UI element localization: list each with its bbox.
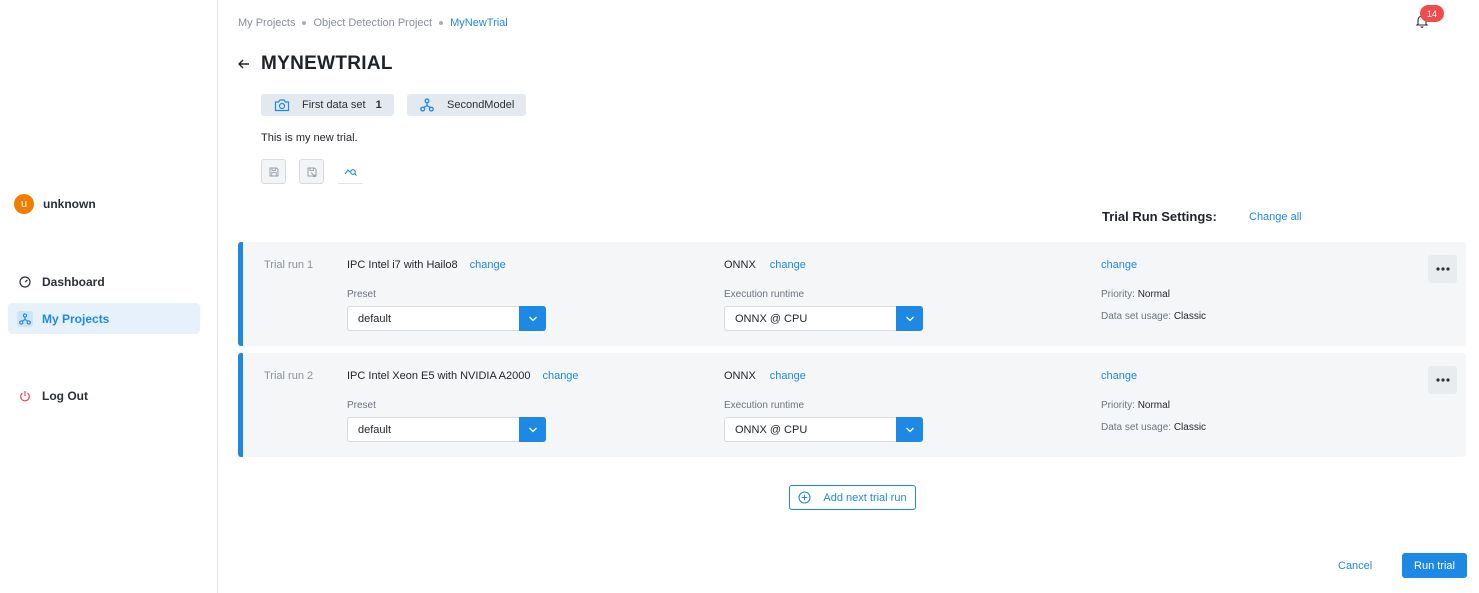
- more-horizontal-icon: [1435, 267, 1450, 271]
- sidebar-item-dashboard[interactable]: Dashboard: [8, 266, 200, 297]
- dataset-chip[interactable]: First data set 1: [261, 94, 394, 116]
- user-name: unknown: [43, 197, 96, 211]
- trial-run-settings-title: Trial Run Settings:: [1102, 209, 1217, 224]
- trial-run-format: ONNX change: [724, 259, 806, 271]
- more-horizontal-icon: [1435, 378, 1450, 382]
- dataset-chip-count: 1: [375, 99, 382, 111]
- dataset-usage-label: Data set usage:: [1101, 422, 1172, 433]
- projects-network-icon: [17, 310, 33, 327]
- chevron-down-icon: [519, 417, 546, 442]
- preset-value: default: [358, 423, 392, 436]
- device-name: IPC Intel i7 with Hailo8: [347, 259, 458, 271]
- avatar: u: [14, 194, 34, 214]
- trial-run-device: IPC Intel i7 with Hailo8 change: [347, 259, 506, 271]
- sidebar-item-my-projects[interactable]: My Projects: [8, 303, 200, 334]
- settings-change-link[interactable]: change: [1101, 370, 1137, 382]
- camera-icon: [274, 98, 290, 112]
- format-name: ONNX: [724, 370, 756, 382]
- preset-select[interactable]: default: [347, 306, 546, 331]
- dashboard-gauge-icon: [17, 274, 33, 290]
- breadcrumb-separator: [302, 21, 307, 25]
- sidebar-item-log-out[interactable]: Log Out: [8, 380, 200, 411]
- device-change-link[interactable]: change: [470, 259, 506, 271]
- dataset-usage-meta: Data set usage: Classic: [1101, 422, 1206, 433]
- runtime-value: ONNX @ CPU: [735, 312, 808, 325]
- dataset-chip-label: First data set: [302, 99, 366, 111]
- format-name: ONNX: [724, 259, 756, 271]
- model-network-icon: [420, 98, 434, 112]
- runtime-label: Execution runtime: [724, 400, 805, 411]
- runtime-select[interactable]: ONNX @ CPU: [724, 417, 923, 442]
- notification-badge: 14: [1420, 5, 1444, 22]
- more-options-button[interactable]: [1428, 255, 1457, 283]
- back-arrow-icon[interactable]: [236, 56, 252, 72]
- save-button[interactable]: [261, 159, 286, 184]
- save-as-button[interactable]: [299, 159, 324, 184]
- chevron-down-icon: [519, 306, 546, 331]
- dataset-usage-meta: Data set usage: Classic: [1101, 311, 1206, 322]
- priority-meta: Priority: Normal: [1101, 289, 1170, 300]
- compare-analytics-button[interactable]: [338, 159, 363, 184]
- add-trial-run-label: Add next trial run: [823, 491, 907, 504]
- breadcrumb-separator: [439, 21, 444, 25]
- user-profile[interactable]: u unknown: [14, 194, 96, 214]
- more-options-button[interactable]: [1428, 366, 1457, 394]
- runtime-value: ONNX @ CPU: [735, 423, 808, 436]
- analytics-search-icon: [344, 165, 358, 177]
- chevron-down-icon: [896, 306, 923, 331]
- priority-value: Normal: [1137, 289, 1170, 300]
- priority-label: Priority:: [1101, 289, 1135, 300]
- preset-select[interactable]: default: [347, 417, 546, 442]
- sidebar: u unknown Dashboard My Projects Log Out: [0, 0, 218, 593]
- save-icon: [268, 166, 280, 178]
- breadcrumb-item-project[interactable]: Object Detection Project: [313, 17, 432, 29]
- format-change-link[interactable]: change: [770, 259, 806, 271]
- trial-run-device: IPC Intel Xeon E5 with NVIDIA A2000 chang…: [347, 370, 579, 382]
- format-change-link[interactable]: change: [770, 370, 806, 382]
- preset-label: Preset: [347, 289, 376, 300]
- device-change-link[interactable]: change: [542, 370, 578, 382]
- runtime-select[interactable]: ONNX @ CPU: [724, 306, 923, 331]
- trial-run-card: Trial run 1 IPC Intel i7 with Hailo8 chan…: [238, 242, 1466, 346]
- breadcrumb-item-current: MyNewTrial: [450, 17, 508, 29]
- run-trial-button[interactable]: Run trial: [1402, 553, 1467, 578]
- trial-run-label: Trial run 2: [264, 370, 314, 382]
- plus-circle-icon: [798, 491, 817, 504]
- dataset-usage-value: Classic: [1173, 422, 1207, 433]
- trial-run-format: ONNX change: [724, 370, 806, 382]
- sidebar-item-label: Log Out: [42, 388, 88, 403]
- runtime-label: Execution runtime: [724, 289, 805, 300]
- change-all-link[interactable]: Change all: [1249, 211, 1302, 223]
- save-as-icon: [306, 166, 318, 178]
- sidebar-item-label: Dashboard: [42, 274, 105, 289]
- model-chip[interactable]: SecondModel: [407, 94, 526, 116]
- preset-value: default: [358, 312, 392, 325]
- cancel-button[interactable]: Cancel: [1338, 560, 1372, 572]
- trial-run-label: Trial run 1: [264, 259, 314, 271]
- breadcrumb-item-my-projects[interactable]: My Projects: [238, 17, 295, 29]
- preset-label: Preset: [347, 400, 376, 411]
- add-trial-run-button[interactable]: Add next trial run: [789, 485, 916, 510]
- device-name: IPC Intel Xeon E5 with NVIDIA A2000: [347, 370, 531, 382]
- trial-run-card: Trial run 2 IPC Intel Xeon E5 with NVIDI…: [238, 353, 1466, 457]
- priority-value: Normal: [1137, 400, 1170, 411]
- priority-label: Priority:: [1101, 400, 1135, 411]
- page-title: MYNEWTRIAL: [261, 53, 393, 74]
- settings-change-link[interactable]: change: [1101, 259, 1137, 271]
- chevron-down-icon: [896, 417, 923, 442]
- priority-meta: Priority: Normal: [1101, 400, 1170, 411]
- model-chip-label: SecondModel: [447, 99, 515, 111]
- trial-description: This is my new trial.: [261, 132, 358, 144]
- power-icon: [17, 388, 33, 404]
- breadcrumb: My Projects Object Detection Project MyN…: [238, 17, 508, 29]
- sidebar-item-label: My Projects: [42, 311, 110, 326]
- dataset-usage-value: Classic: [1173, 311, 1207, 322]
- dataset-usage-label: Data set usage:: [1101, 311, 1172, 322]
